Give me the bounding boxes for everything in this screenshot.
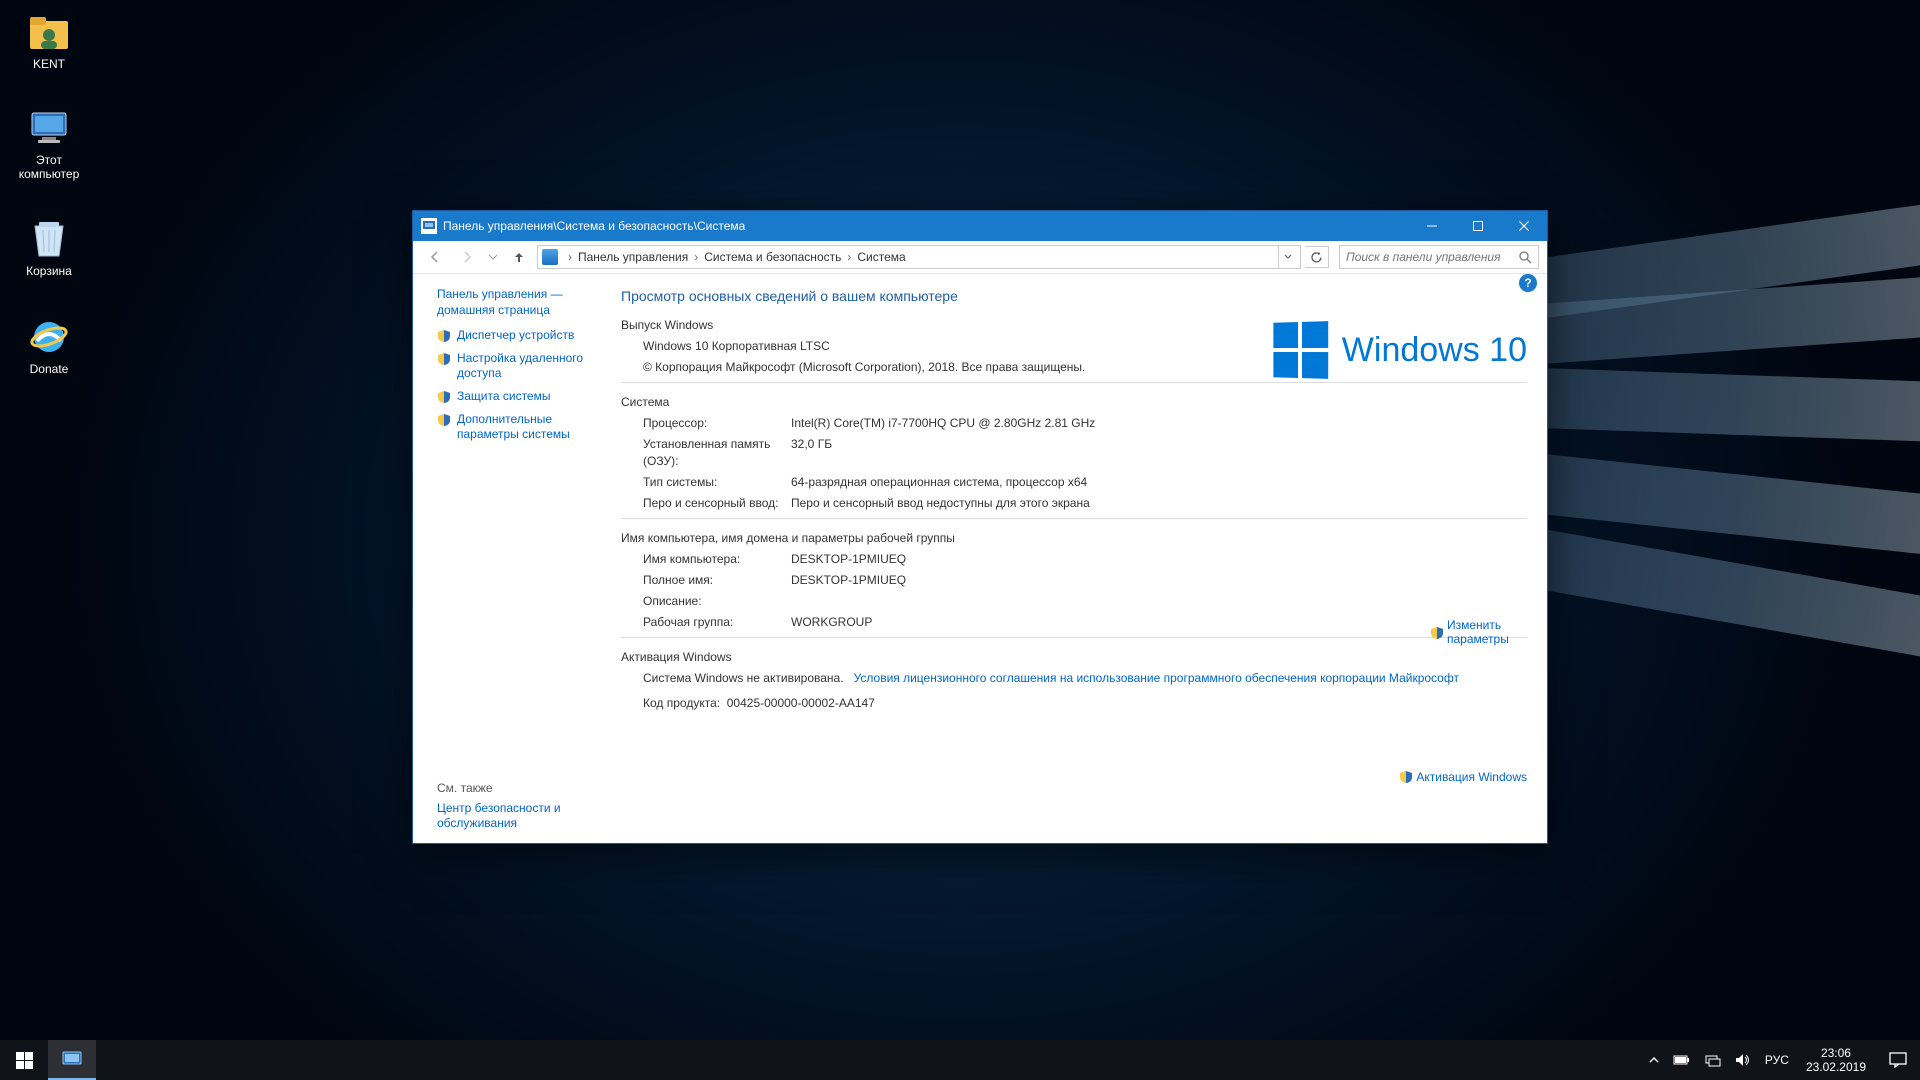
desktop-icon-recycle-bin[interactable]: Корзина <box>10 217 88 278</box>
recycle-bin-icon <box>27 217 71 261</box>
shield-icon <box>437 390 451 404</box>
computer-name-value: DESKTOP-1PMIUEQ <box>791 551 1527 568</box>
desktop-icon-donate[interactable]: Donate <box>10 315 88 376</box>
desktop-icon-label: Корзина <box>10 264 88 278</box>
recent-button[interactable] <box>485 244 501 270</box>
volume-icon[interactable] <box>1728 1040 1758 1080</box>
window-titlebar[interactable]: Панель управления\Система и безопасность… <box>413 211 1547 241</box>
page-heading: Просмотр основных сведений о вашем компь… <box>621 288 1527 304</box>
shield-icon <box>1430 626 1444 640</box>
chevron-right-icon[interactable]: › <box>843 250 855 264</box>
section-system: Система <box>621 395 1527 409</box>
windows-logo: Windows 10 <box>1272 322 1527 378</box>
cpu-label: Процессор: <box>643 415 791 432</box>
shield-icon <box>1399 770 1413 784</box>
full-name-label: Полное имя: <box>643 572 791 589</box>
search-box[interactable] <box>1339 245 1539 269</box>
shield-icon <box>437 413 451 427</box>
full-name-value: DESKTOP-1PMIUEQ <box>791 572 1527 589</box>
desktop-icon-this-pc[interactable]: Этот компьютер <box>10 106 88 181</box>
address-dropdown-button[interactable] <box>1278 246 1296 268</box>
cpu-value: Intel(R) Core(TM) i7-7700HQ CPU @ 2.80GH… <box>791 415 1527 432</box>
start-button[interactable] <box>0 1040 48 1080</box>
action-center-button[interactable] <box>1876 1040 1920 1080</box>
taskbar: РУС 23:06 23.02.2019 <box>0 1040 1920 1080</box>
see-also-header: См. также <box>437 781 617 795</box>
control-panel-icon <box>421 218 437 234</box>
type-value: 64-разрядная операционная система, проце… <box>791 474 1527 491</box>
product-id-label: Код продукта: <box>643 696 720 710</box>
sidebar: Панель управления — домашняя страница Ди… <box>413 274 615 843</box>
battery-icon[interactable] <box>1666 1040 1698 1080</box>
product-id-value: 00425-00000-00002-AA147 <box>727 696 875 710</box>
language-indicator[interactable]: РУС <box>1758 1040 1796 1080</box>
windows-start-icon <box>16 1052 33 1069</box>
pen-value: Перо и сенсорный ввод недоступны для это… <box>791 495 1527 512</box>
user-folder-icon <box>27 10 71 54</box>
change-settings-link[interactable]: Изменить параметры <box>1430 618 1527 646</box>
desktop-icon-label: KENT <box>10 57 88 71</box>
address-bar: › Панель управления › Система и безопасн… <box>413 241 1547 274</box>
desktop-icon-label: Этот компьютер <box>10 153 88 181</box>
tray-overflow-button[interactable] <box>1642 1040 1666 1080</box>
type-label: Тип системы: <box>643 474 791 491</box>
desktop-icon-label: Donate <box>10 362 88 376</box>
pc-icon <box>27 106 71 150</box>
ram-value: 32,0 ГБ <box>791 436 1527 470</box>
system-tray: РУС 23:06 23.02.2019 <box>1642 1040 1920 1080</box>
ram-label: Установленная память (ОЗУ): <box>643 436 791 470</box>
breadcrumb-bar[interactable]: › Панель управления › Система и безопасн… <box>537 245 1301 269</box>
sidebar-advanced-settings[interactable]: Дополнительные параметры системы <box>437 412 601 442</box>
workgroup-value: WORKGROUP <box>791 614 1527 631</box>
eula-link[interactable]: Условия лицензионного соглашения на испо… <box>854 671 1459 685</box>
forward-button[interactable] <box>453 244 481 270</box>
breadcrumb-item[interactable]: Панель управления <box>576 250 690 264</box>
chevron-right-icon[interactable]: › <box>690 250 702 264</box>
activate-windows-link[interactable]: Активация Windows <box>1399 769 1527 784</box>
sidebar-remote-settings[interactable]: Настройка удаленного доступа <box>437 351 601 381</box>
security-maintenance-link[interactable]: Центр безопасности и обслуживания <box>437 801 617 831</box>
desktop-icon-kent[interactable]: KENT <box>10 10 88 71</box>
description-label: Описание: <box>643 593 791 610</box>
computer-name-label: Имя компьютера: <box>643 551 791 568</box>
sidebar-device-manager[interactable]: Диспетчер устройств <box>437 328 601 343</box>
help-button[interactable]: ? <box>1519 274 1537 292</box>
breadcrumb-item[interactable]: Система <box>855 250 907 264</box>
shield-icon <box>437 352 451 366</box>
activation-status: Система Windows не активирована. <box>643 671 844 685</box>
shield-icon <box>437 329 451 343</box>
clock-date: 23.02.2019 <box>1806 1060 1866 1074</box>
workgroup-label: Рабочая группа: <box>643 614 791 631</box>
content-area: ? Просмотр основных сведений о вашем ком… <box>615 274 1547 843</box>
search-icon <box>1519 251 1532 264</box>
chevron-right-icon[interactable]: › <box>564 250 576 264</box>
breadcrumb-item[interactable]: Система и безопасность <box>702 250 843 264</box>
description-value <box>791 593 1527 610</box>
ie-icon <box>27 315 71 359</box>
maximize-button[interactable] <box>1455 211 1501 241</box>
section-activation: Активация Windows <box>621 650 1527 664</box>
system-properties-window: Панель управления\Система и безопасность… <box>412 210 1548 844</box>
up-button[interactable] <box>505 244 533 270</box>
network-icon[interactable] <box>1698 1040 1728 1080</box>
control-panel-home-link[interactable]: Панель управления — домашняя страница <box>437 286 601 318</box>
control-panel-icon <box>542 249 558 265</box>
section-computer-name: Имя компьютера, имя домена и параметры р… <box>621 531 1527 545</box>
back-button[interactable] <box>421 244 449 270</box>
clock-time: 23:06 <box>1806 1046 1866 1060</box>
clock[interactable]: 23:06 23.02.2019 <box>1796 1046 1876 1074</box>
pen-label: Перо и сенсорный ввод: <box>643 495 791 512</box>
sidebar-system-protection[interactable]: Защита системы <box>437 389 601 404</box>
close-button[interactable] <box>1501 211 1547 241</box>
minimize-button[interactable] <box>1409 211 1455 241</box>
window-title: Панель управления\Система и безопасность… <box>443 219 1409 233</box>
taskbar-app-control-panel[interactable] <box>48 1040 96 1080</box>
windows-logo-icon <box>1273 321 1328 379</box>
refresh-button[interactable] <box>1305 246 1329 268</box>
search-input[interactable] <box>1346 250 1519 264</box>
